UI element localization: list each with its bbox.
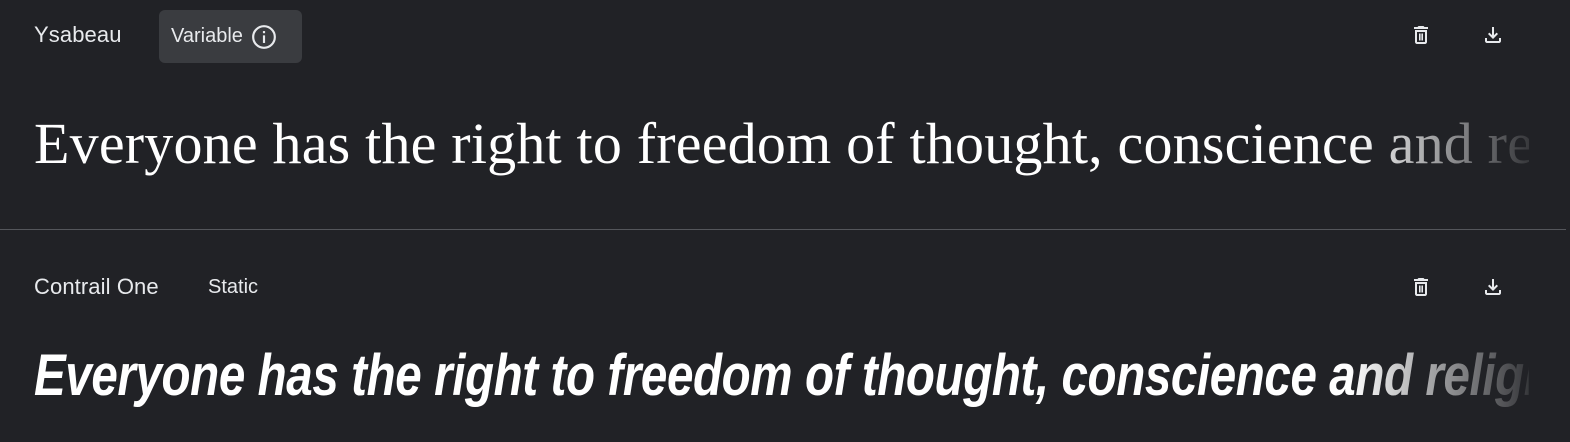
download-icon: [1481, 23, 1505, 52]
remove-font-button[interactable]: [1401, 269, 1441, 309]
info-icon[interactable]: [251, 24, 277, 50]
variable-chip-label: Variable: [171, 25, 243, 47]
static-label: Static: [208, 276, 259, 298]
font-sample-text: Everyone has the right to freedom of tho…: [34, 343, 1529, 408]
remove-font-button[interactable]: [1401, 17, 1441, 57]
download-font-button[interactable]: [1473, 269, 1513, 309]
font-name[interactable]: Ysabeau: [34, 22, 122, 48]
font-card-ysabeau: Ysabeau Variable Everyone has the right …: [0, 0, 1570, 229]
download-icon: [1481, 275, 1505, 304]
trash-icon: [1409, 275, 1433, 304]
variable-chip[interactable]: Variable: [159, 10, 302, 63]
font-sample-text: Everyone has the right to freedom of tho…: [34, 111, 1529, 176]
font-name[interactable]: Contrail One: [34, 274, 159, 300]
trash-icon: [1409, 23, 1433, 52]
font-card-contrail-one: Contrail One Static Everyone has the rig…: [0, 230, 1570, 442]
download-font-button[interactable]: [1473, 17, 1513, 57]
